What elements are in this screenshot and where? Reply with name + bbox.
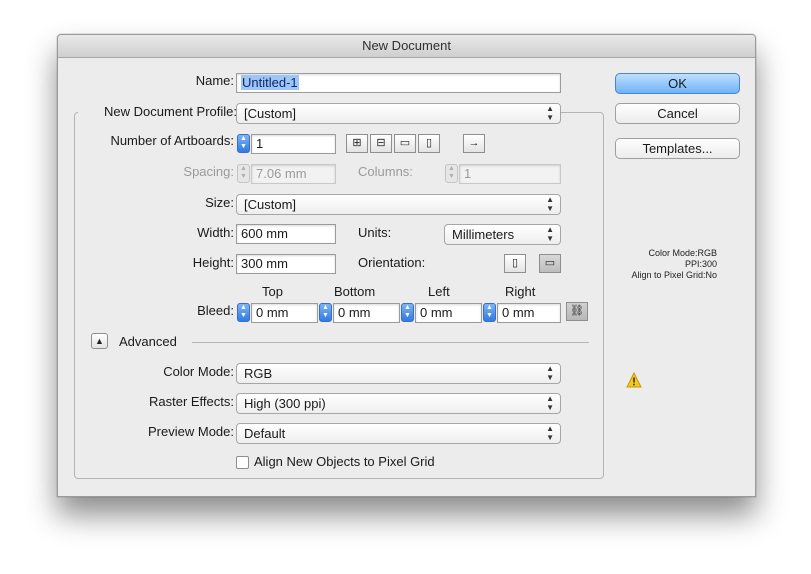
preview-mode-value: Default xyxy=(244,426,286,441)
artboards-stepper[interactable]: ▲ ▼ xyxy=(237,134,250,153)
preview-mode-label: Preview Mode: xyxy=(148,424,234,439)
arrange-by-column-icon[interactable]: ▯ xyxy=(418,134,440,153)
grid-by-row-icon[interactable]: ⊞ xyxy=(346,134,368,153)
popup-arrows-icon: ▲ ▼ xyxy=(546,394,554,412)
columns-label: Columns: xyxy=(358,164,413,179)
templates-button[interactable]: Templates... xyxy=(615,138,740,159)
units-value: Millimeters xyxy=(452,227,515,242)
align-pixel-grid-label: Align New Objects to Pixel Grid xyxy=(254,454,435,469)
artboards-label: Number of Artboards: xyxy=(110,133,234,148)
size-label: Size: xyxy=(205,195,234,210)
grid-by-column-icon[interactable]: ⊟ xyxy=(370,134,392,153)
units-popup[interactable]: Millimeters ▲ ▼ xyxy=(444,224,561,245)
bleed-bottom-stepper[interactable]: ▲ ▼ xyxy=(319,303,332,322)
profile-value: [Custom] xyxy=(244,106,297,121)
popup-arrows-icon: ▲ ▼ xyxy=(546,364,554,382)
popup-arrows-icon: ▲ ▼ xyxy=(546,104,554,122)
dialog-title: New Document xyxy=(58,35,755,58)
size-value: [Custom] xyxy=(244,197,297,212)
preview-mode-popup[interactable]: Default ▲ ▼ xyxy=(236,423,561,444)
name-value: Untitled-1 xyxy=(241,75,299,90)
columns-stepper[interactable]: ▲ ▼ xyxy=(445,164,458,183)
document-summary: Color Mode:RGB PPI:300 Align to Pixel Gr… xyxy=(577,248,717,281)
portrait-icon[interactable]: ▯ xyxy=(504,254,526,273)
orientation-label: Orientation: xyxy=(358,255,426,270)
new-document-dialog: New Document Name: Untitled-1 New Docume… xyxy=(57,34,756,497)
bleed-label: Bleed: xyxy=(197,303,234,318)
bleed-right-label: Right xyxy=(505,284,536,299)
bleed-bottom-field[interactable]: 0 mm xyxy=(333,303,400,323)
popup-arrows-icon: ▲ ▼ xyxy=(546,195,554,213)
bleed-right-stepper[interactable]: ▲ ▼ xyxy=(483,303,496,322)
color-mode-popup[interactable]: RGB ▲ ▼ xyxy=(236,363,561,384)
profile-popup[interactable]: [Custom] ▲ ▼ xyxy=(236,103,561,124)
summary-color-mode: Color Mode:RGB xyxy=(648,248,717,258)
raster-effects-label: Raster Effects: xyxy=(148,394,234,409)
bleed-top-label: Top xyxy=(262,284,283,299)
raster-effects-popup[interactable]: High (300 ppi) ▲ ▼ xyxy=(236,393,561,414)
width-label: Width: xyxy=(197,225,234,240)
layout-direction-icon[interactable]: → xyxy=(463,134,485,153)
bleed-right-field[interactable]: 0 mm xyxy=(497,303,561,323)
warning-icon xyxy=(626,372,642,388)
bleed-top-field[interactable]: 0 mm xyxy=(251,303,318,323)
bleed-top-stepper[interactable]: ▲ ▼ xyxy=(237,303,250,322)
bleed-left-label: Left xyxy=(428,284,450,299)
landscape-icon[interactable]: ▭ xyxy=(539,254,561,273)
width-field[interactable]: 600 mm xyxy=(236,224,336,244)
size-popup[interactable]: [Custom] ▲ ▼ xyxy=(236,194,561,215)
height-label: Height: xyxy=(192,255,234,270)
bleed-bottom-label: Bottom xyxy=(334,284,376,299)
spacing-field[interactable]: 7.06 mm xyxy=(251,164,336,184)
bleed-left-stepper[interactable]: ▲ ▼ xyxy=(401,303,414,322)
popup-arrows-icon: ▲ ▼ xyxy=(546,225,554,243)
spacing-stepper[interactable]: ▲ ▼ xyxy=(237,164,250,183)
name-label: Name: xyxy=(195,73,234,88)
color-mode-label: Color Mode: xyxy=(163,364,234,379)
summary-ppi: PPI:300 xyxy=(684,259,717,269)
bleed-left-field[interactable]: 0 mm xyxy=(415,303,482,323)
advanced-label: Advanced xyxy=(119,334,177,349)
popup-arrows-icon: ▲ ▼ xyxy=(546,424,554,442)
arrange-by-row-icon[interactable]: ▭ xyxy=(394,134,416,153)
name-field[interactable]: Untitled-1 xyxy=(236,73,561,93)
raster-effects-value: High (300 ppi) xyxy=(244,396,326,411)
advanced-toggle-icon[interactable]: ▲ xyxy=(91,333,108,349)
units-label: Units: xyxy=(358,225,392,240)
ok-button[interactable]: OK xyxy=(615,73,740,94)
link-bleed-icon[interactable]: ⛓ xyxy=(566,302,588,321)
spacing-label: Spacing: xyxy=(183,164,234,179)
align-pixel-grid-checkbox[interactable] xyxy=(236,456,249,469)
advanced-divider xyxy=(192,342,589,343)
color-mode-value: RGB xyxy=(244,366,273,381)
cancel-button[interactable]: Cancel xyxy=(615,103,740,124)
summary-align: Align to Pixel Grid:No xyxy=(631,270,717,280)
artboards-field[interactable]: 1 xyxy=(251,134,336,154)
columns-field[interactable]: 1 xyxy=(459,164,561,184)
profile-label: New Document Profile: xyxy=(78,104,240,119)
height-field[interactable]: 300 mm xyxy=(236,254,336,274)
